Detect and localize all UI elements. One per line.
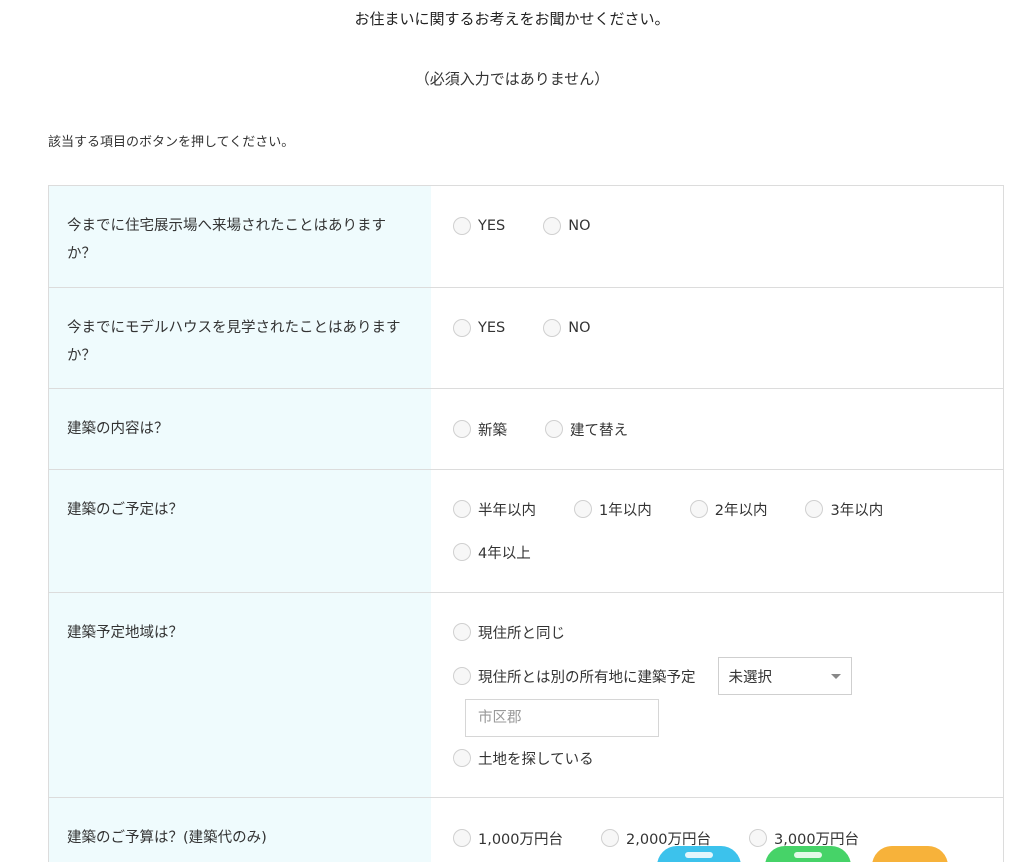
radio-option-rebuild[interactable]: 建て替え	[545, 415, 628, 443]
page-title: お住まいに関するお考えをお聞かせください。	[354, 10, 670, 28]
radio-option-new-build[interactable]: 新築	[453, 415, 507, 443]
prefecture-select[interactable]: 未選択	[717, 657, 852, 695]
radio-option-same-address[interactable]: 現住所と同じ	[453, 618, 1003, 646]
option-label: 半年以内	[478, 502, 536, 519]
question-label: 今までに住宅展示場へ来場されたことはありますか？	[49, 186, 431, 287]
radio-circle[interactable]	[453, 543, 471, 561]
question-label: 建築の内容は？	[49, 389, 431, 469]
option-label: 1年以内	[599, 502, 652, 519]
floating-green-button[interactable]	[765, 846, 851, 862]
question-label: 建築のご予定は？	[49, 470, 431, 592]
radio-circle[interactable]	[453, 749, 471, 767]
radio-option-no[interactable]: NO	[543, 212, 591, 240]
select-value: 未選択	[728, 669, 773, 686]
option-label: 新築	[478, 422, 507, 439]
radio-option-searching-land[interactable]: 土地を探している	[453, 744, 1003, 772]
city-input[interactable]	[465, 699, 659, 737]
radio-option-10m-yen[interactable]: 1,000万円台	[453, 824, 563, 852]
answer-cell: 半年以内 1年以内 2年以内 3年以内 4年以上	[431, 470, 1003, 592]
page-subtitle: （必須入力ではありません）	[414, 70, 610, 88]
option-label: 現住所と同じ	[478, 625, 565, 642]
option-label: YES	[478, 218, 506, 234]
option-label: YES	[478, 320, 506, 336]
radio-circle[interactable]	[453, 420, 471, 438]
option-label: 1,000万円台	[478, 831, 564, 848]
option-label: 建て替え	[570, 422, 628, 439]
question-label: 今までにモデルハウスを見学されたことはありますか？	[49, 288, 431, 388]
radio-circle[interactable]	[574, 500, 592, 518]
radio-circle[interactable]	[453, 217, 471, 235]
radio-option-yes[interactable]: YES	[453, 212, 505, 240]
option-label: NO	[568, 320, 591, 336]
radio-option-3-years[interactable]: 3年以内	[805, 495, 883, 523]
option-label: NO	[568, 218, 591, 234]
radio-circle[interactable]	[453, 667, 471, 685]
question-row-build-schedule: 建築のご予定は？ 半年以内 1年以内 2年以内 3年以内 4年以上	[49, 470, 1003, 593]
chevron-down-icon	[830, 673, 841, 679]
option-label: 土地を探している	[478, 751, 594, 768]
radio-option-4-years-plus[interactable]: 4年以上	[453, 538, 1003, 566]
radio-circle[interactable]	[453, 319, 471, 337]
mail-icon	[685, 852, 713, 858]
option-label: 2年以内	[714, 502, 768, 519]
radio-circle[interactable]	[453, 829, 471, 847]
option-label: 現住所とは別の所有地に建築予定	[478, 669, 696, 686]
radio-circle[interactable]	[543, 319, 562, 337]
question-row-exhibition-visit: 今までに住宅展示場へ来場されたことはありますか？ YES NO	[49, 186, 1003, 288]
question-label: 建築のご予算は？(建築代のみ)	[49, 798, 431, 862]
radio-option-half-year[interactable]: 半年以内	[453, 495, 536, 523]
option-label: 4年以上	[478, 545, 531, 562]
question-row-model-house: 今までにモデルハウスを見学されたことはありますか？ YES NO	[49, 288, 1003, 389]
radio-circle[interactable]	[749, 829, 768, 847]
radio-circle[interactable]	[453, 500, 471, 518]
radio-circle[interactable]	[689, 500, 708, 518]
answer-cell: 現住所と同じ 現住所とは別の所有地に建築予定 未選択 土地を探している	[431, 593, 1003, 797]
answer-cell: YES NO	[431, 288, 1003, 388]
instruction-text: 該当する項目のボタンを押してください。	[48, 135, 295, 150]
phone-icon	[794, 852, 822, 858]
radio-circle[interactable]	[453, 623, 471, 641]
floating-orange-button[interactable]	[872, 846, 948, 862]
radio-option-1-year[interactable]: 1年以内	[574, 495, 652, 523]
radio-circle[interactable]	[805, 500, 824, 518]
radio-option-other-land[interactable]: 現住所とは別の所有地に建築予定	[453, 662, 696, 690]
question-row-build-type: 建築の内容は？ 新築 建て替え	[49, 389, 1003, 470]
question-row-budget: 建築のご予算は？(建築代のみ) 1,000万円台 2,000万円台 3,000万…	[49, 798, 1003, 862]
radio-circle[interactable]	[543, 217, 562, 235]
radio-option-2-years[interactable]: 2年以内	[689, 495, 768, 523]
floating-blue-button[interactable]	[657, 846, 741, 862]
answer-cell: YES NO	[431, 186, 1003, 287]
radio-circle[interactable]	[601, 829, 620, 847]
question-row-build-area: 建築予定地域は？ 現住所と同じ 現住所とは別の所有地に建築予定 未選択 市区郡 …	[49, 593, 1003, 798]
radio-option-yes[interactable]: YES	[453, 314, 505, 342]
radio-option-no[interactable]: NO	[543, 314, 591, 342]
answer-cell: 新築 建て替え	[431, 389, 1003, 469]
radio-circle[interactable]	[545, 420, 563, 438]
option-label: 3年以内	[830, 502, 884, 519]
survey-table: 今までに住宅展示場へ来場されたことはありますか？ YES NO 今までにモデルハ…	[48, 185, 1004, 862]
question-label: 建築予定地域は？	[49, 593, 431, 797]
